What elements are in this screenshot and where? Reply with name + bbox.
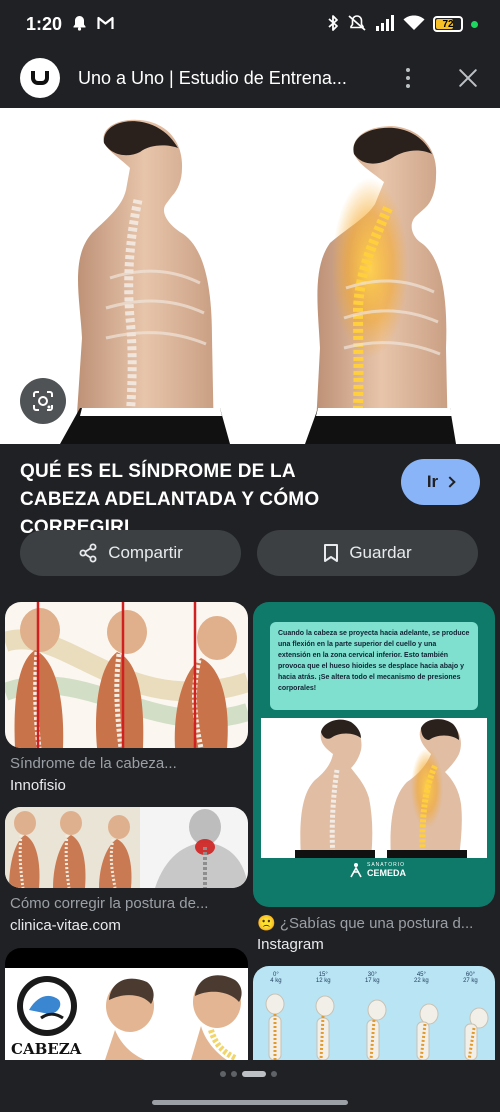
related-source-2[interactable]: clinica-vitae.com	[10, 917, 121, 934]
figure-forward-head-posture	[305, 126, 456, 444]
spine-posture-illustration	[5, 807, 248, 888]
battery-icon: 72	[433, 16, 463, 32]
figure-correct-posture	[60, 119, 230, 444]
related-image-1[interactable]	[5, 602, 248, 748]
related-caption-3[interactable]: 🙁 ¿Sabías que una postura d...	[257, 914, 490, 932]
share-button-label: Compartir	[108, 543, 183, 562]
status-bar: 1:20 72	[0, 0, 500, 48]
go-button-label: Ir	[426, 472, 439, 491]
cemeda-brand: CEMEDA	[367, 868, 407, 878]
close-icon[interactable]	[456, 66, 480, 90]
related-image-3[interactable]: CABEZA	[5, 948, 248, 1060]
app-header: Uno a Uno | Estudio de Entrena...	[0, 48, 500, 108]
share-icon	[79, 543, 97, 563]
bookmark-icon	[324, 544, 339, 562]
pager-dot	[220, 1071, 226, 1077]
signal-icon	[375, 14, 395, 34]
pager-dot	[271, 1071, 277, 1077]
save-button[interactable]: Guardar	[257, 530, 478, 576]
hero-image[interactable]	[0, 108, 500, 444]
anatomy-posture-illustration	[5, 602, 248, 748]
related-source-3[interactable]: Instagram	[257, 936, 324, 953]
more-options-icon[interactable]	[396, 63, 420, 93]
related-image-5[interactable]: 0° 4 kg 15° 12 kg 30° 17 kg 45° 22 kg 60° 27 …	[253, 966, 495, 1060]
weight-label: 22 kg	[414, 978, 429, 984]
weight-label: 12 kg	[315, 978, 331, 984]
related-image-4[interactable]: Cuando la cabeza se proyecta hacia adela…	[253, 602, 495, 907]
chevron-right-icon	[444, 476, 456, 488]
privacy-indicator-dot	[471, 20, 478, 28]
share-button[interactable]: Compartir	[20, 530, 241, 576]
wifi-icon	[403, 15, 425, 34]
text-neck-illustration	[265, 993, 489, 1060]
home-indicator[interactable]	[152, 1100, 348, 1105]
pager-dot-active	[242, 1071, 266, 1077]
bluetooth-icon	[327, 14, 339, 35]
google-lens-button[interactable]	[20, 378, 66, 424]
instagram-posture-illustration	[261, 718, 487, 858]
weight-label: 17 kg	[364, 978, 380, 984]
mute-icon	[347, 14, 367, 35]
cabeza-label: CABEZA	[11, 1040, 82, 1058]
related-image-2[interactable]	[5, 807, 248, 888]
save-button-label: Guardar	[349, 543, 412, 562]
battery-level: 72	[442, 18, 454, 30]
gmail-icon	[97, 16, 114, 33]
pager-dots	[220, 1071, 277, 1077]
instagram-card-text: Cuando la cabeza se proyecta hacia adela…	[278, 630, 470, 692]
weight-scale: 0° 4 kg 15° 12 kg 30° 17 kg 45° 22 kg 60° 27 …	[253, 972, 495, 984]
related-caption-2[interactable]: Cómo corregir la postura de...	[10, 895, 245, 912]
status-time: 1:20	[26, 13, 63, 34]
related-source-1[interactable]: Innofisio	[10, 777, 66, 794]
site-logo[interactable]	[20, 58, 60, 98]
posture-comparison-illustration	[60, 119, 456, 444]
cemeda-logo-icon	[350, 863, 362, 878]
cemeda-logo: SANATORIO CEMEDA	[349, 862, 406, 878]
instagram-card-textbox: Cuando la cabeza se proyecta hacia adela…	[270, 622, 478, 710]
go-button[interactable]: Ir	[401, 459, 480, 505]
weight-label: 27 kg	[463, 978, 478, 984]
lens-icon	[33, 391, 53, 411]
pager-dot	[231, 1071, 237, 1077]
related-caption-1[interactable]: Síndrome de la cabeza...	[10, 755, 245, 772]
page-title[interactable]: Uno a Uno | Estudio de Entrena...	[78, 68, 348, 89]
bell-icon	[72, 15, 87, 34]
weight-label: 4 kg	[270, 978, 282, 984]
